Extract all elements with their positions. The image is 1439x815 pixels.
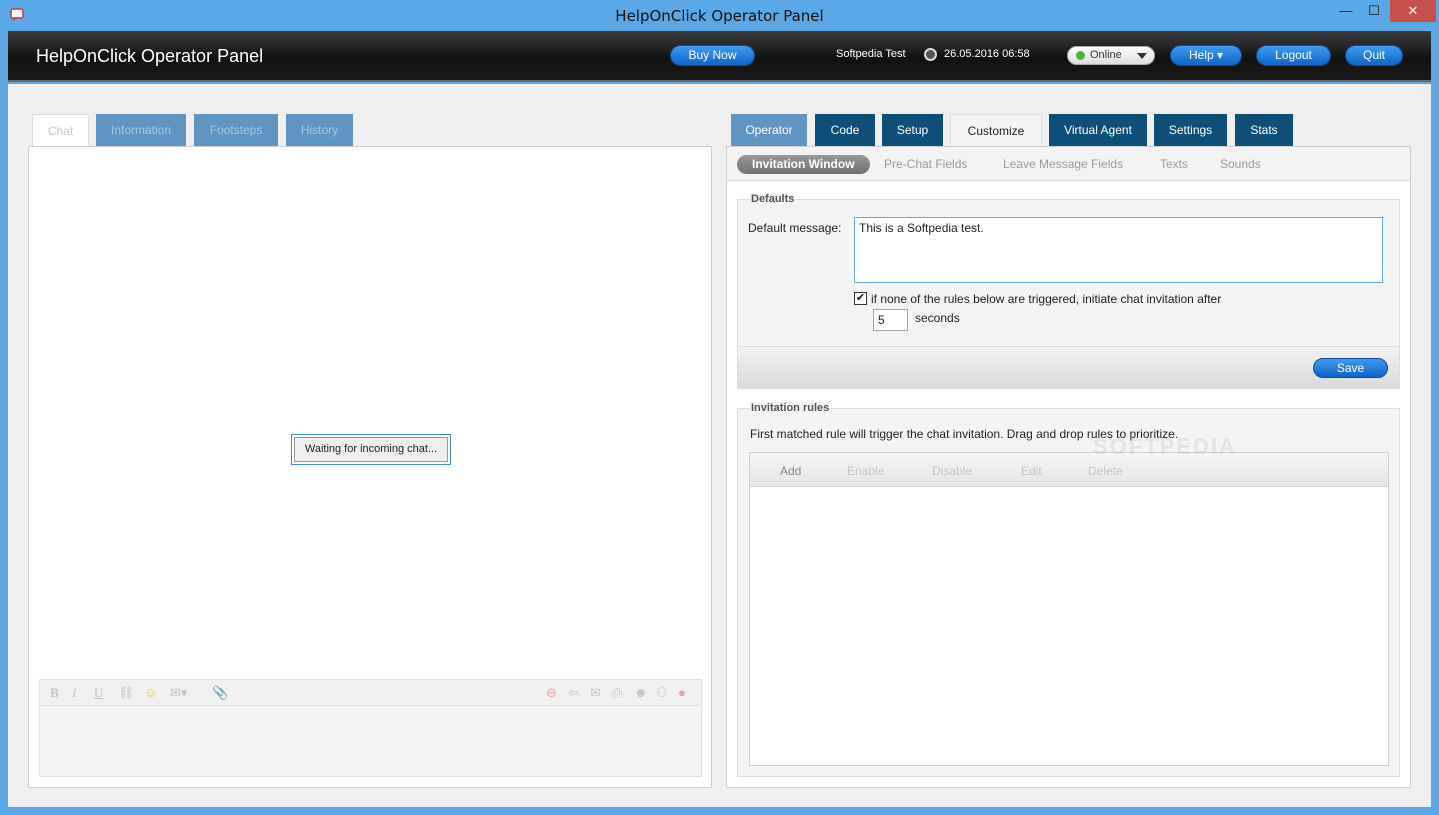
- rules-toolbar: Add Enable Disable Edit Delete: [750, 453, 1388, 487]
- waiting-text: Waiting for incoming chat...: [294, 437, 448, 462]
- edit-rule-button[interactable]: Edit: [1021, 464, 1042, 478]
- status-dropdown[interactable]: Online: [1067, 46, 1155, 65]
- window-title: HelpOnClick Operator Panel: [615, 7, 824, 25]
- defaults-legend: Defaults: [750, 193, 796, 205]
- invitation-rules-section: Invitation rules First matched rule will…: [737, 402, 1400, 777]
- watermark: SOFTPEDIA: [1093, 434, 1237, 459]
- subtab-invitation-window[interactable]: Invitation Window: [737, 155, 870, 174]
- status-value: Online: [1090, 49, 1122, 61]
- close-chat-icon[interactable]: ●: [678, 685, 686, 700]
- subtab-sounds[interactable]: Sounds: [1220, 155, 1261, 174]
- default-message-label: Default message:: [748, 221, 842, 235]
- tab-chat[interactable]: Chat: [32, 114, 89, 147]
- help-button[interactable]: Help ▾: [1170, 45, 1242, 66]
- canned-response-icon[interactable]: ✉▾: [170, 685, 187, 701]
- buy-now-button[interactable]: Buy Now: [670, 45, 755, 66]
- delete-rule-button[interactable]: Delete: [1088, 464, 1123, 478]
- chevron-down-icon: [1137, 53, 1147, 59]
- print-icon[interactable]: ⎙: [612, 685, 622, 701]
- operator-name: Softpedia Test: [836, 48, 906, 60]
- close-window-button[interactable]: ✕: [1390, 0, 1436, 22]
- message-input[interactable]: [39, 705, 702, 777]
- smiley-icon[interactable]: ☺: [144, 685, 157, 700]
- tab-operator[interactable]: Operator: [731, 114, 807, 147]
- seconds-input[interactable]: 5: [873, 309, 908, 331]
- main-content: Chat Information Footsteps History Waiti…: [8, 84, 1431, 807]
- editor-toolbar: B I U ⛓ ☺ ✉▾ 📎 ⊖ ⇦ ✉ ⎙ ☻ ⚇ ●: [39, 679, 702, 706]
- tab-setup[interactable]: Setup: [882, 114, 943, 147]
- save-button[interactable]: Save: [1313, 358, 1388, 378]
- add-rule-button[interactable]: Add: [780, 464, 801, 478]
- transfer-icon[interactable]: ⇦: [568, 685, 579, 701]
- auto-invite-checkbox[interactable]: ✔: [854, 292, 867, 305]
- tab-stats[interactable]: Stats: [1235, 114, 1293, 147]
- current-datetime: 26.05.2016 06:58: [944, 48, 1030, 60]
- clock-icon: [924, 48, 937, 61]
- window-titlebar[interactable]: HelpOnClick Operator Panel — ☐ ✕: [0, 0, 1439, 31]
- chat-panel: Waiting for incoming chat... B I U ⛓ ☺ ✉…: [28, 146, 712, 788]
- underline-icon[interactable]: U: [94, 685, 103, 701]
- tab-information[interactable]: Information: [96, 114, 186, 147]
- stop-icon[interactable]: ⊖: [546, 685, 557, 701]
- tab-footsteps[interactable]: Footsteps: [194, 114, 278, 147]
- minimize-button[interactable]: —: [1333, 0, 1359, 22]
- customize-panel: Invitation Window Pre-Chat Fields Leave …: [726, 146, 1411, 788]
- link-icon[interactable]: ⛓: [118, 685, 135, 701]
- app-header: HelpOnClick Operator Panel Buy Now Softp…: [8, 31, 1431, 82]
- disable-rule-button[interactable]: Disable: [932, 464, 972, 478]
- bold-icon[interactable]: B: [50, 685, 59, 701]
- defaults-section: Defaults Default message: This is a Soft…: [737, 193, 1400, 389]
- italic-icon[interactable]: I: [72, 685, 76, 701]
- tab-code[interactable]: Code: [815, 114, 875, 147]
- online-status-icon: [1076, 51, 1085, 60]
- maximize-button[interactable]: ☐: [1361, 0, 1387, 22]
- invitation-rules-legend: Invitation rules: [750, 402, 831, 414]
- waiting-indicator: Waiting for incoming chat...: [291, 434, 451, 465]
- customize-subtabs: Invitation Window Pre-Chat Fields Leave …: [727, 147, 1410, 181]
- quit-button[interactable]: Quit: [1345, 45, 1403, 66]
- tab-virtual-agent[interactable]: Virtual Agent: [1049, 114, 1147, 147]
- subtab-leave-message-fields[interactable]: Leave Message Fields: [1003, 155, 1123, 174]
- save-bar: Save: [738, 346, 1399, 388]
- tab-settings[interactable]: Settings: [1154, 114, 1227, 147]
- join-icon[interactable]: ⚇: [656, 685, 668, 701]
- subtab-pre-chat-fields[interactable]: Pre-Chat Fields: [884, 155, 967, 174]
- invite-operator-icon[interactable]: ☻: [634, 685, 648, 700]
- attach-icon[interactable]: 📎: [212, 685, 228, 701]
- seconds-label: seconds: [915, 311, 960, 325]
- enable-rule-button[interactable]: Enable: [847, 464, 884, 478]
- email-icon[interactable]: ✉: [590, 685, 601, 701]
- tab-history[interactable]: History: [286, 114, 353, 147]
- rules-grid: Add Enable Disable Edit Delete: [749, 452, 1389, 766]
- logout-button[interactable]: Logout: [1256, 45, 1331, 66]
- tab-customize[interactable]: Customize: [950, 114, 1042, 147]
- app-title: HelpOnClick Operator Panel: [36, 46, 264, 66]
- subtab-texts[interactable]: Texts: [1160, 155, 1188, 174]
- auto-invite-label: if none of the rules below are triggered…: [871, 292, 1222, 306]
- default-message-field[interactable]: This is a Softpedia test.: [854, 217, 1383, 283]
